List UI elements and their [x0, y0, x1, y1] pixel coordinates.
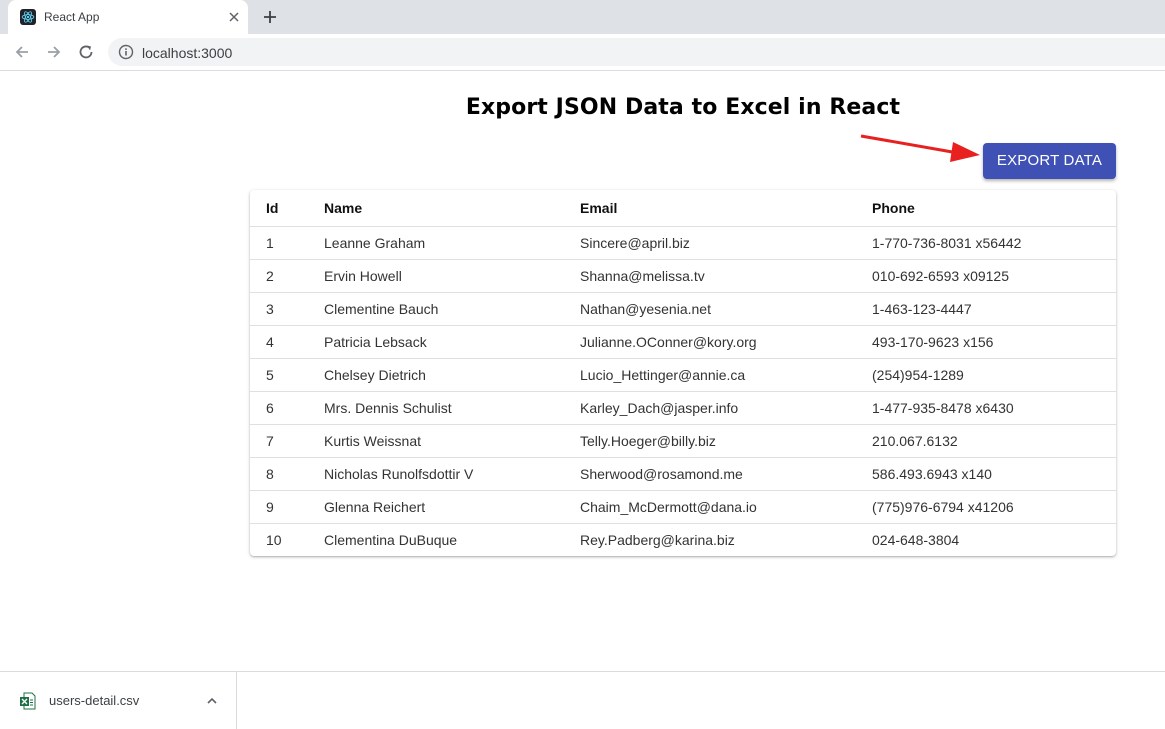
cell-phone: 1-477-935-8478 x6430: [872, 391, 1116, 425]
table-row: 5 Chelsey Dietrich Lucio_Hettinger@annie.c…: [250, 358, 1116, 392]
column-header-name: Name: [324, 190, 580, 227]
download-file-name: users-detail.csv: [49, 693, 140, 708]
table-row: 7 Kurtis Weissnat Telly.Hoeger@billy.biz 21…: [250, 424, 1116, 458]
cell-email: Karley_Dach@jasper.info: [580, 391, 872, 425]
export-data-button[interactable]: EXPORT DATA: [983, 143, 1116, 179]
chevron-up-icon[interactable]: [203, 692, 221, 710]
table-row: 10 Clementina DuBuque Rey.Padberg@karina.b…: [250, 523, 1116, 556]
table-row: 3 Clementine Bauch Nathan@yesenia.net 1-463…: [250, 292, 1116, 326]
cell-email: Julianne.OConner@kory.org: [580, 325, 872, 359]
cell-name: Leanne Graham: [324, 226, 580, 260]
url-text: localhost:3000: [142, 45, 233, 61]
info-icon[interactable]: [118, 44, 134, 60]
browser-tab-strip: React App: [0, 0, 1165, 34]
arrow-left-icon[interactable]: [10, 40, 34, 64]
cell-phone: 1-463-123-4447: [872, 292, 1116, 326]
table-row: 4 Patricia Lebsack Julianne.OConner@kory.o…: [250, 325, 1116, 359]
table-row: 6 Mrs. Dennis Schulist Karley_Dach@jasper.…: [250, 391, 1116, 425]
cell-name: Chelsey Dietrich: [324, 358, 580, 392]
cell-email: Chaim_McDermott@dana.io: [580, 490, 872, 524]
cell-name: Glenna Reichert: [324, 490, 580, 524]
address-bar[interactable]: localhost:3000: [108, 38, 1165, 66]
cell-phone: 586.493.6943 x140: [872, 457, 1116, 491]
table-row: 8 Nicholas Runolfsdottir V Sherwood@rosamo…: [250, 457, 1116, 491]
cell-phone: (775)976-6794 x41206: [872, 490, 1116, 524]
red-arrow-annotation: [860, 134, 980, 162]
cell-id: 10: [266, 531, 282, 548]
cell-name: Patricia Lebsack: [324, 325, 580, 359]
cell-id: 1: [250, 226, 324, 260]
arrow-right-icon[interactable]: [42, 40, 66, 64]
cell-phone: 1-770-736-8031 x56442: [872, 226, 1116, 260]
cell-id: 2: [250, 259, 324, 293]
table-body: 1 Leanne Graham Sincere@april.biz 1-770-736…: [250, 226, 1116, 556]
cell-phone: 210.067.6132: [872, 424, 1116, 458]
cell-email: Shanna@melissa.tv: [580, 259, 872, 293]
cell-id: 9: [250, 490, 324, 524]
cell-id: 5: [250, 358, 324, 392]
download-item[interactable]: users-detail.csv: [0, 672, 237, 729]
cell-name: Ervin Howell: [324, 259, 580, 293]
column-header-phone: Phone: [872, 190, 1116, 227]
column-header-email: Email: [580, 190, 872, 227]
users-table: Id Name Email Phone 1 Leanne Graham Sincer…: [250, 190, 1116, 556]
table-row: 2 Ervin Howell Shanna@melissa.tv 010-692-65…: [250, 259, 1116, 293]
cell-name: Clementine Bauch: [324, 292, 580, 326]
table-row: 9 Glenna Reichert Chaim_McDermott@dana.io(…: [250, 490, 1116, 524]
cell-email: Nathan@yesenia.net: [580, 292, 872, 326]
cell-phone: (254)954-1289: [872, 358, 1116, 392]
cell-email: Sherwood@rosamond.me: [580, 457, 872, 491]
browser-toolbar: localhost:3000: [0, 34, 1165, 71]
tab-title: React App: [44, 10, 100, 24]
reload-icon[interactable]: [74, 40, 98, 64]
column-header-id: Id: [250, 190, 324, 227]
page-title: Export JSON Data to Excel in React: [465, 95, 901, 120]
table-header-row: Id Name Email Phone: [250, 190, 1116, 227]
download-bar: users-detail.csv: [0, 671, 1165, 729]
cell-email: Sincere@april.biz: [580, 226, 872, 260]
cell-email: Telly.Hoeger@billy.biz: [580, 424, 872, 458]
cell-name: Nicholas Runolfsdottir V: [324, 457, 580, 491]
cell-name: Clementina DuBuque: [324, 531, 458, 548]
cell-email: Lucio_Hettinger@annie.ca: [580, 358, 872, 392]
cell-name: Mrs. Dennis Schulist: [324, 391, 580, 425]
cell-phone: 493-170-9623 x156: [872, 325, 1116, 359]
react-icon: [20, 9, 36, 25]
cell-id: 4: [250, 325, 324, 359]
cell-email: Rey.Padberg@karina.biz: [580, 531, 735, 548]
excel-file-icon: [19, 692, 37, 710]
cell-id: 3: [250, 292, 324, 326]
cell-phone: 024-648-3804: [872, 531, 960, 548]
browser-tab[interactable]: React App: [8, 0, 248, 34]
cell-name: Kurtis Weissnat: [324, 424, 580, 458]
cell-id: 7: [250, 424, 324, 458]
table-row: 1 Leanne Graham Sincere@april.biz 1-770-736…: [250, 226, 1116, 260]
cell-id: 8: [250, 457, 324, 491]
plus-icon[interactable]: [258, 5, 282, 29]
cell-id: 6: [250, 391, 324, 425]
cell-phone: 010-692-6593 x09125: [872, 259, 1116, 293]
close-icon[interactable]: [226, 9, 242, 25]
